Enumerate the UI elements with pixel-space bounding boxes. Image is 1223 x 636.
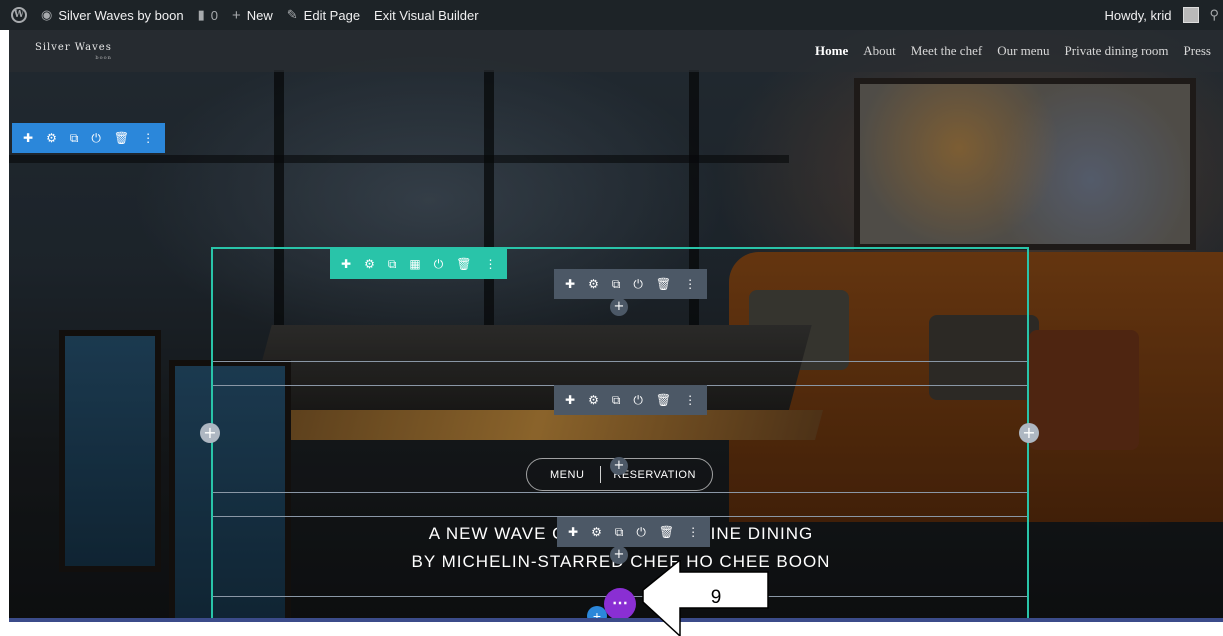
power-icon[interactable]: ⏻ (636, 526, 646, 538)
avatar (1183, 7, 1200, 23)
edit-page-link[interactable]: ✎ Edit Page (280, 0, 367, 30)
delete-icon[interactable]: 🗑 (114, 132, 129, 144)
row-toolbar: ✚ ⚙ ⧉ ▦ ⏻ 🗑 ⋮ (330, 249, 508, 279)
settings-icon[interactable]: ⚙ (588, 278, 599, 290)
my-account-menu[interactable]: Howdy, krid (1098, 0, 1204, 30)
move-icon[interactable]: ✚ (565, 394, 575, 406)
module-divider (213, 361, 1027, 362)
add-module-button[interactable]: + (610, 298, 628, 316)
wordpress-logo-icon: W (11, 7, 27, 23)
add-module-button[interactable]: + (610, 457, 628, 475)
new-content-menu[interactable]: + New (225, 0, 280, 30)
new-label: New (246, 7, 273, 23)
more-options-icon[interactable]: ⋮ (684, 278, 696, 290)
section-toolbar: ✚ ⚙ ⧉ ⏻ 🗑 ⋮ (12, 123, 166, 153)
screen: W ◉ Silver Waves by boon ▮ 0 + New ✎ Edi… (0, 0, 1223, 636)
move-icon[interactable]: ✚ (23, 132, 33, 144)
module-toolbar: ✚ ⚙ ⧉ ⏻ 🗑 ⋮ (554, 385, 708, 415)
nav-item-about[interactable]: About (863, 43, 896, 59)
duplicate-icon[interactable]: ⧉ (612, 278, 621, 290)
delete-icon[interactable]: 🗑 (659, 526, 674, 538)
site-logo-text: Silver Waves (35, 42, 112, 53)
dashboard-icon: ◉ (41, 7, 53, 22)
add-column-right-button[interactable]: + (1019, 423, 1039, 443)
power-icon[interactable]: ⏻ (434, 258, 444, 270)
exit-visual-builder-link[interactable]: Exit Visual Builder (367, 0, 486, 30)
nav-item-private-dining-room[interactable]: Private dining room (1065, 43, 1169, 59)
module-divider (213, 492, 1027, 493)
add-column-left-button[interactable]: + (200, 423, 220, 443)
site-logo[interactable]: Silver Waves boon (35, 42, 112, 61)
cta-separator (600, 466, 602, 483)
settings-icon[interactable]: ⚙ (588, 394, 599, 406)
comments-count: 0 (210, 7, 218, 23)
main-nav: Home About Meet the chef Our menu Privat… (815, 43, 1211, 59)
builder-bottom-bar (9, 618, 1223, 622)
site-logo-sub: boon (95, 55, 112, 61)
settings-icon[interactable]: ⚙ (46, 132, 57, 144)
site-name-menu[interactable]: ◉ Silver Waves by boon (34, 0, 191, 30)
delete-icon[interactable]: 🗑 (656, 394, 671, 406)
nav-item-home[interactable]: Home (815, 43, 848, 59)
search-icon: ⚲ (1209, 7, 1219, 22)
duplicate-icon[interactable]: ⧉ (612, 394, 621, 406)
nav-item-press[interactable]: Press (1184, 43, 1211, 59)
howdy-label: Howdy, krid (1104, 7, 1172, 23)
duplicate-icon[interactable]: ⧉ (615, 526, 624, 538)
settings-icon[interactable]: ⚙ (591, 526, 602, 538)
hero-section: Silver Waves boon Home About Meet the ch… (9, 30, 1223, 620)
duplicate-icon[interactable]: ⧉ (388, 258, 397, 270)
delete-icon[interactable]: 🗑 (656, 278, 671, 290)
move-icon[interactable]: ✚ (565, 278, 575, 290)
move-icon[interactable]: ✚ (341, 258, 351, 270)
more-options-icon[interactable]: ⋮ (142, 132, 154, 144)
more-options-icon[interactable]: ⋮ (687, 526, 699, 538)
step-number: 9 (710, 587, 722, 608)
delete-icon[interactable]: 🗑 (456, 258, 471, 270)
power-icon[interactable]: ⏻ (633, 278, 643, 290)
nav-item-meet-the-chef[interactable]: Meet the chef (911, 43, 982, 59)
edit-page-label: Edit Page (303, 7, 361, 23)
site-name-label: Silver Waves by boon (58, 7, 184, 23)
plus-icon: + (231, 6, 241, 24)
module-toolbar: ✚ ⚙ ⧉ ⏻ 🗑 ⋮ (554, 269, 708, 299)
pencil-icon: ✎ (286, 7, 298, 22)
settings-icon[interactable]: ⚙ (364, 258, 375, 270)
columns-icon[interactable]: ▦ (409, 258, 420, 270)
move-icon[interactable]: ✚ (568, 526, 578, 538)
comments-link[interactable]: ▮ 0 (191, 0, 225, 30)
power-icon[interactable]: ⏻ (91, 132, 101, 144)
more-options-icon[interactable]: ⋮ (484, 258, 496, 270)
wp-logo-menu[interactable]: W (0, 0, 34, 30)
wp-admin-bar: W ◉ Silver Waves by boon ▮ 0 + New ✎ Edi… (0, 0, 1223, 30)
search-toggle[interactable]: ⚲ (1203, 0, 1223, 30)
more-options-icon[interactable]: ⋮ (684, 394, 696, 406)
exit-visual-builder-label: Exit Visual Builder (374, 7, 479, 23)
comment-icon: ▮ (197, 7, 205, 22)
nav-item-our-menu[interactable]: Our menu (997, 43, 1049, 59)
site-header: Silver Waves boon Home About Meet the ch… (9, 30, 1223, 72)
module-toolbar: ✚ ⚙ ⧉ ⏻ 🗑 ⋮ (557, 517, 711, 547)
menu-button[interactable]: MENU (550, 469, 584, 481)
page-settings-more-button[interactable]: ⋯ (604, 588, 636, 620)
duplicate-icon[interactable]: ⧉ (70, 132, 79, 144)
add-module-button[interactable]: + (610, 546, 628, 564)
power-icon[interactable]: ⏻ (633, 394, 643, 406)
